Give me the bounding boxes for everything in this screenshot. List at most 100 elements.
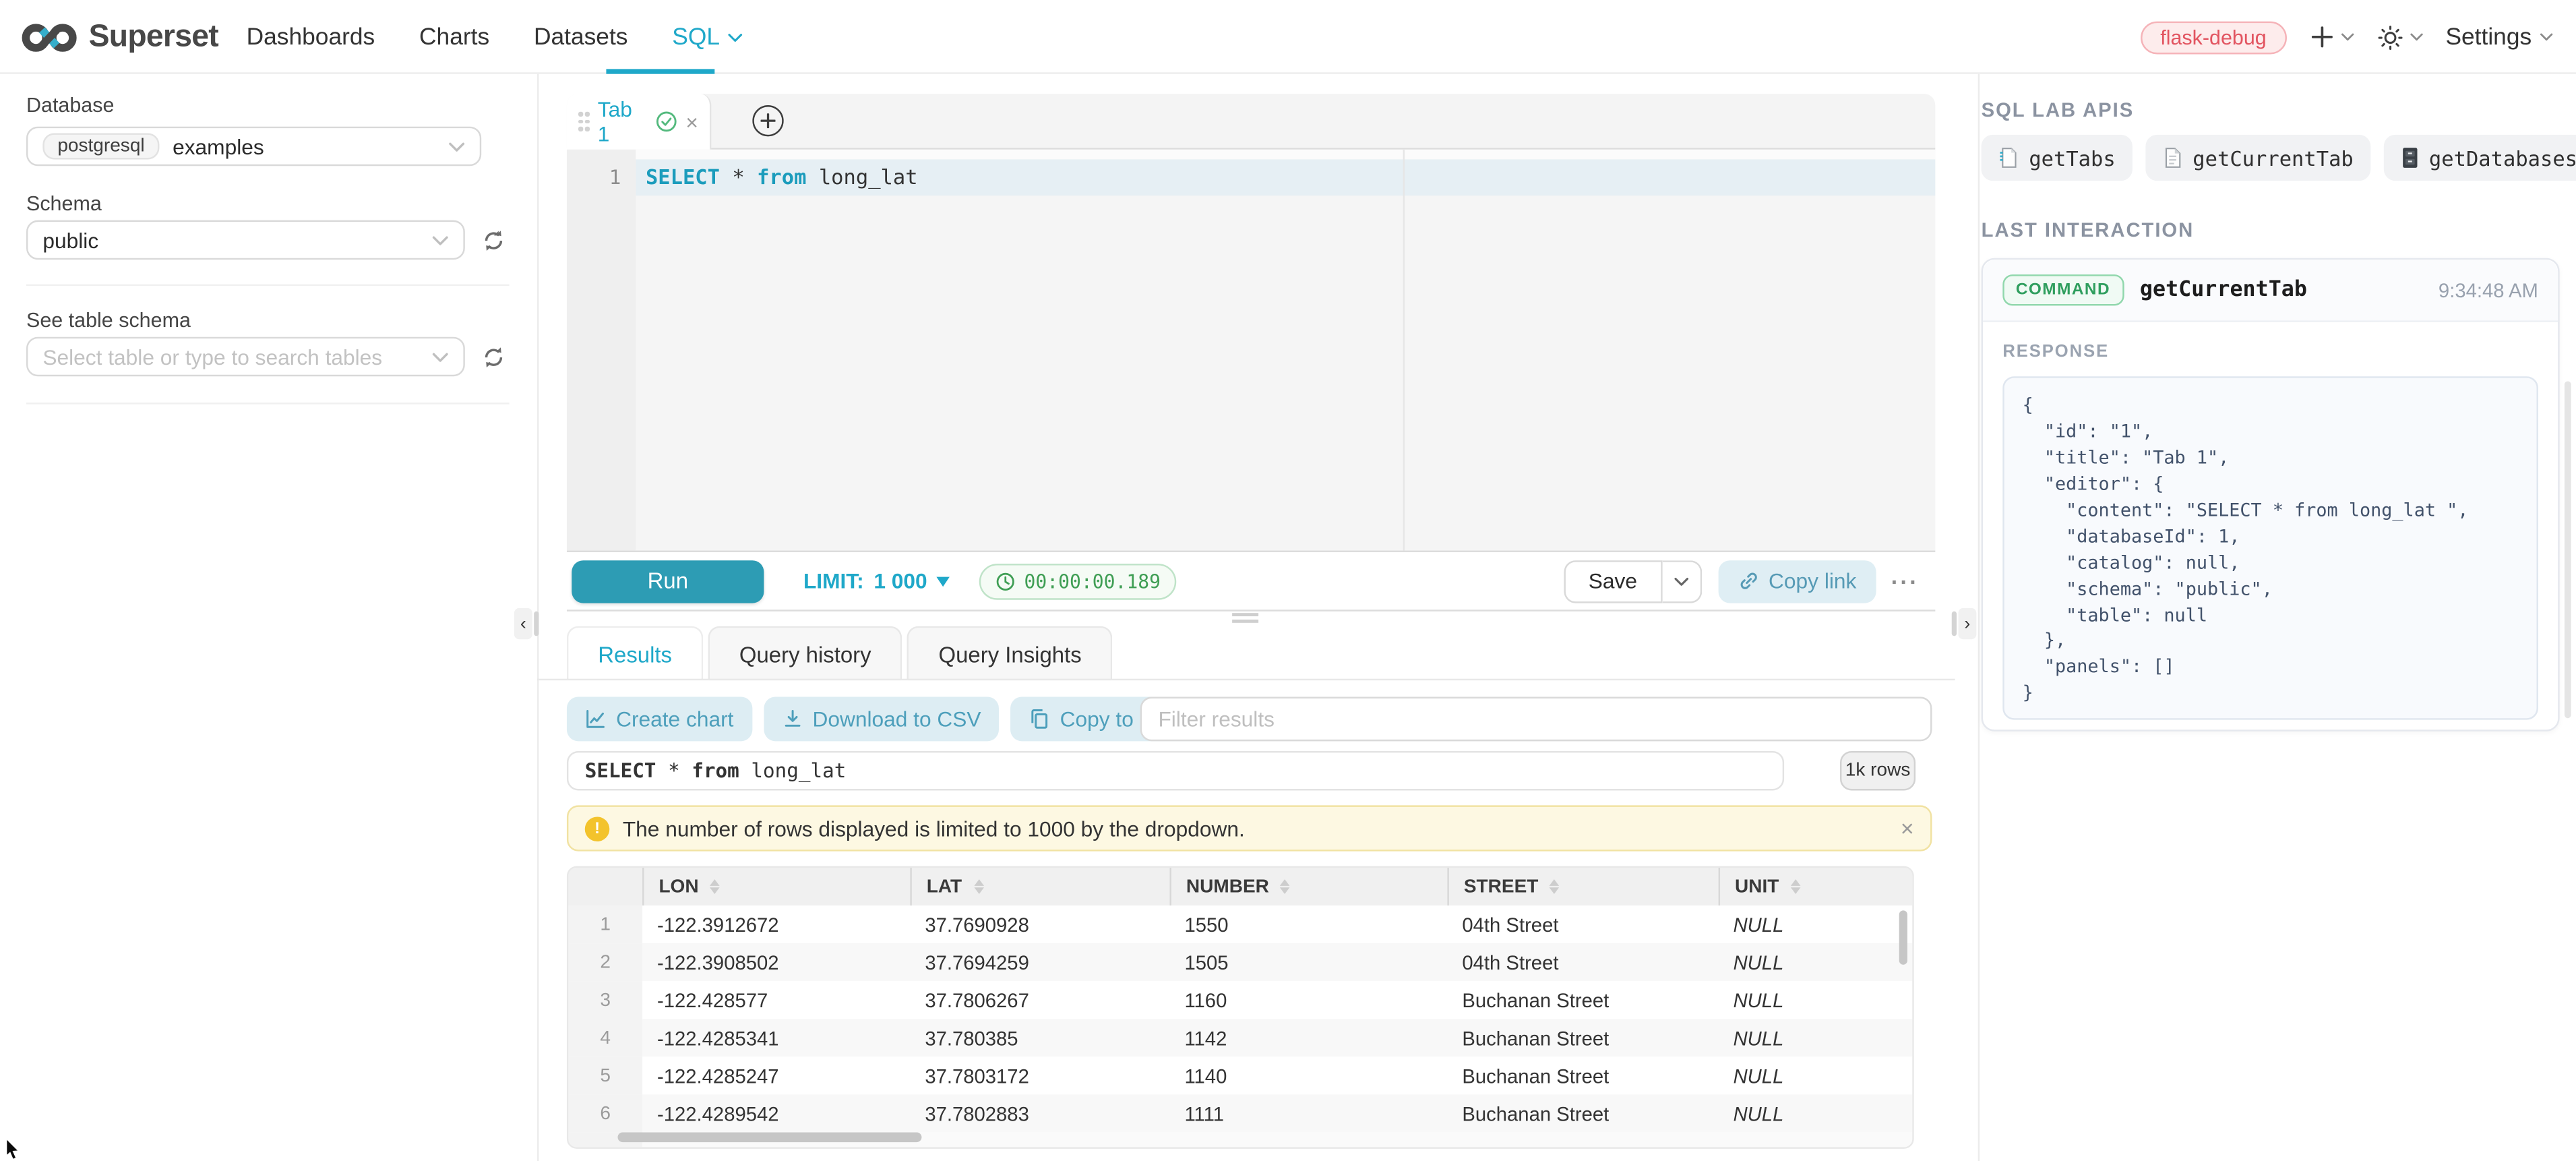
table-header-row: LON LAT NUMBER STREET UNIT	[568, 868, 1912, 905]
nav-datasets[interactable]: Datasets	[534, 24, 628, 50]
editor-tabstrip: Tab 1 ×	[567, 94, 1935, 150]
link-icon	[1738, 570, 1759, 592]
sort-icon	[1281, 879, 1291, 894]
last-interaction-title: LAST INTERACTION	[1982, 218, 2195, 241]
warning-icon: !	[585, 816, 610, 841]
refresh-tables-icon[interactable]	[481, 345, 506, 370]
sql-code-line[interactable]: SELECT * from long_lat	[646, 159, 918, 196]
limit-dropdown[interactable]: LIMIT: 1 000	[803, 568, 950, 593]
last-interaction-card: COMMAND getCurrentTab 9:34:48 AM RESPONS…	[1982, 258, 2560, 732]
tabbar-divider	[537, 679, 1955, 680]
drag-handle-icon[interactable]	[578, 113, 590, 131]
more-options-button[interactable]: ···	[1891, 568, 1919, 594]
sort-icon	[973, 879, 983, 894]
schema-value: public	[42, 228, 98, 253]
get-databases-button[interactable]: getDatabases	[2383, 135, 2576, 181]
new-item-button[interactable]	[2309, 25, 2354, 50]
superset-logo[interactable]: Superset	[22, 0, 218, 74]
get-tabs-button[interactable]: getTabs	[1982, 135, 2132, 181]
column-header-unit[interactable]: UNIT	[1719, 868, 1913, 905]
column-header-lat[interactable]: LAT	[910, 868, 1169, 905]
table-select-placeholder: Select table or type to search tables	[42, 345, 382, 369]
run-button[interactable]: Run	[572, 560, 764, 602]
column-header-number[interactable]: NUMBER	[1170, 868, 1448, 905]
table-row: 4-122.428534137.7803851142Buchanan Stree…	[568, 1019, 1912, 1056]
panel-resize-handle[interactable]	[1232, 613, 1258, 626]
sql-editor[interactable]: 1 SELECT * from long_lat	[567, 150, 1935, 551]
horizontal-scrollbar[interactable]	[618, 1132, 922, 1142]
tab-results[interactable]: Results	[567, 626, 703, 680]
editor-toolbar: Run LIMIT: 1 000 00:00:00.189 Save	[567, 551, 1935, 612]
column-header-lon[interactable]: LON	[642, 868, 910, 905]
create-chart-button[interactable]: Create chart	[567, 697, 752, 742]
get-current-tab-button[interactable]: getCurrentTab	[2145, 135, 2370, 181]
table-row: 5-122.428524737.78031721140Buchanan Stre…	[568, 1056, 1912, 1094]
table-select[interactable]: Select table or type to search tables	[26, 337, 465, 377]
database-value: examples	[173, 134, 264, 159]
sort-icon	[1790, 879, 1800, 894]
clock-icon	[996, 571, 1016, 591]
rightpanel-scrollbar[interactable]	[2565, 382, 2571, 719]
api-buttons: getTabs getCurrentTab getDatabas	[1982, 135, 2576, 181]
close-warning-icon[interactable]: ×	[1901, 815, 1914, 841]
mouse-cursor	[1, 1139, 26, 1161]
response-json: { "id": "1", "title": "Tab 1", "editor":…	[2023, 393, 2519, 707]
print-margin-line	[1403, 150, 1405, 551]
plus-icon	[761, 113, 776, 128]
tab-query-history[interactable]: Query history	[708, 626, 902, 680]
column-header-street[interactable]: STREET	[1447, 868, 1718, 905]
copy-link-button[interactable]: Copy link	[1717, 560, 1876, 602]
collapse-sidebar-button[interactable]: ‹	[514, 608, 532, 639]
row-index-header	[568, 868, 642, 905]
warning-text: The number of rows displayed is limited …	[623, 816, 1245, 841]
results-table: LON LAT NUMBER STREET UNIT 1-122.3912672…	[567, 866, 1914, 1149]
add-tab-button[interactable]	[752, 105, 783, 136]
tab-query-insights[interactable]: Query Insights	[907, 626, 1113, 680]
nav-dashboards[interactable]: Dashboards	[247, 24, 375, 50]
chevron-down-icon	[1674, 576, 1688, 586]
navbar-right: flask-debug Settings	[2141, 0, 2553, 74]
filter-results-input[interactable]	[1140, 697, 1932, 742]
results-tabbar: Results Query history Query Insights	[567, 626, 1113, 680]
rightpanel-divider	[1978, 74, 1980, 1161]
response-code-block: { "id": "1", "title": "Tab 1", "editor":…	[2002, 376, 2538, 719]
response-label: RESPONSE	[2002, 342, 2538, 361]
download-icon	[781, 709, 803, 730]
schema-select[interactable]: public	[26, 220, 465, 260]
executed-query-preview: SELECT * from long_lat	[567, 751, 1784, 791]
rightpanel-resize-grip[interactable]	[1952, 612, 1957, 636]
database-label: Database	[26, 94, 114, 117]
theme-toggle-button[interactable]	[2376, 24, 2422, 50]
collapse-rightpanel-button[interactable]: ›	[1959, 608, 1977, 639]
chevron-down-icon	[448, 140, 464, 152]
refresh-schemas-icon[interactable]	[481, 229, 506, 254]
settings-menu[interactable]: Settings	[2445, 24, 2552, 50]
schema-label: Schema	[26, 192, 102, 215]
main-nav: Dashboards Charts Datasets SQL	[247, 0, 743, 74]
table-row: 2-122.390850237.7694259150504th StreetNU…	[568, 943, 1912, 981]
download-csv-button[interactable]: Download to CSV	[763, 697, 999, 742]
sidebar-section-divider	[26, 403, 510, 404]
database-select[interactable]: postgresql examples	[26, 127, 481, 167]
editor-tab-1[interactable]: Tab 1 ×	[567, 94, 712, 150]
table-row: 6-122.428954237.78028831111Buchanan Stre…	[568, 1094, 1912, 1132]
nav-sql[interactable]: SQL	[672, 24, 743, 50]
close-tab-icon[interactable]: ×	[685, 111, 698, 133]
vertical-scrollbar[interactable]	[1899, 910, 1907, 964]
nav-charts[interactable]: Charts	[419, 24, 489, 50]
editor-gutter: 1	[567, 150, 636, 551]
file-cabinet-icon	[2399, 146, 2419, 169]
sidebar-section-divider	[26, 285, 510, 286]
row-limit-warning-banner: ! The number of rows displayed is limite…	[567, 805, 1932, 851]
timer-value: 00:00:00.189	[1024, 570, 1161, 593]
row-count-badge: 1k rows	[1840, 751, 1915, 791]
save-options-button[interactable]	[1662, 560, 1702, 602]
save-button[interactable]: Save	[1564, 560, 1661, 602]
sidebar-resize-grip[interactable]	[534, 612, 539, 636]
command-badge: COMMAND	[2002, 274, 2123, 305]
active-nav-underline	[606, 69, 714, 73]
save-split-button: Save	[1564, 560, 1701, 602]
bookmark-tabs-icon	[1998, 146, 2019, 169]
superset-infinity-icon	[22, 19, 78, 55]
sun-icon	[2376, 24, 2403, 50]
